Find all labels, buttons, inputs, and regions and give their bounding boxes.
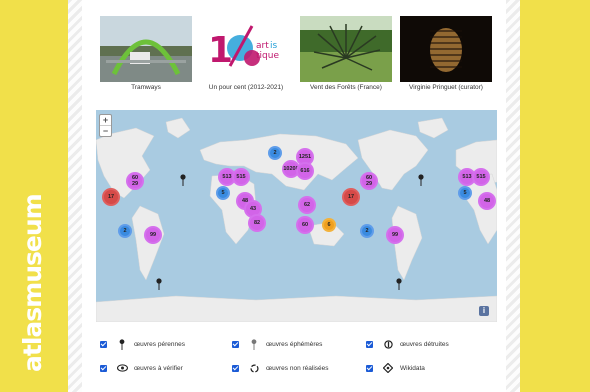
legend-label: œuvres détruites <box>400 340 449 348</box>
checkbox[interactable] <box>232 364 239 372</box>
pin-icon <box>116 338 128 350</box>
map-cluster[interactable]: 2 <box>268 146 282 160</box>
legend-label: œuvres à vérifier <box>134 364 183 372</box>
legend-label: œuvres éphémères <box>266 340 323 348</box>
map-cluster[interactable]: 2 <box>360 224 374 238</box>
legend-item[interactable]: œuvres à vérifier <box>100 362 183 374</box>
legend-item[interactable]: œuvres non réalisées <box>232 362 329 374</box>
gallery-image-virginie-pringuet[interactable] <box>400 16 492 82</box>
eye-icon <box>116 362 128 374</box>
gallery-image-un-pour-cent[interactable]: 1 art is tique <box>200 16 292 82</box>
decorative-stripe-left <box>68 0 82 392</box>
legend-item[interactable]: Wikidata <box>366 362 425 374</box>
map-pin-icon[interactable] <box>396 278 402 290</box>
map-cluster[interactable]: 82 <box>248 214 266 232</box>
map-tiles <box>96 117 497 322</box>
right-margin <box>520 0 590 392</box>
svg-text:tique: tique <box>256 51 279 61</box>
cycle-icon <box>248 362 260 374</box>
checkbox[interactable] <box>100 340 107 348</box>
map-cluster[interactable]: 62 <box>298 196 316 214</box>
map-cluster[interactable]: 515 <box>232 168 250 186</box>
map-cluster[interactable]: 6 <box>322 218 336 232</box>
legend-item[interactable]: œuvres pérennes <box>100 338 185 350</box>
legend-item[interactable]: œuvres détruites <box>366 338 449 350</box>
main-content: Tramways 1 art is tique Un pour cent (20… <box>82 0 506 392</box>
zoom-control: + − <box>99 114 112 137</box>
map-pin-icon[interactable] <box>418 174 424 186</box>
gallery-image-tramways[interactable] <box>100 16 192 82</box>
zoom-out-button[interactable]: − <box>100 126 111 136</box>
checkbox[interactable] <box>366 364 373 372</box>
svg-text:art: art <box>256 41 269 51</box>
map-pin-icon[interactable] <box>180 174 186 186</box>
legend-label: œuvres pérennes <box>134 340 185 348</box>
world-map[interactable]: + − 2 1251 10208 616 60 29 17 513 515 5 4… <box>96 110 497 322</box>
gallery-caption[interactable]: Vent des Forêts (France) <box>290 84 402 91</box>
destroyed-icon <box>382 338 394 350</box>
gallery-caption[interactable]: Un pour cent (2012-2021) <box>190 84 302 91</box>
svg-text:is: is <box>270 41 278 51</box>
gallery-caption[interactable]: Virginie Pringuet (curator) <box>390 84 502 91</box>
map-info-button[interactable]: i <box>479 306 489 316</box>
map-cluster[interactable]: 99 <box>386 226 404 244</box>
map-cluster[interactable]: 60 29 <box>360 172 378 190</box>
map-cluster[interactable]: 616 <box>296 162 314 180</box>
map-cluster[interactable]: 515 <box>472 168 490 186</box>
map-cluster[interactable]: 17 <box>102 188 120 206</box>
checkbox[interactable] <box>100 364 107 372</box>
legend-item[interactable]: œuvres éphémères <box>232 338 322 350</box>
map-legend: œuvres pérennes œuvres éphémères œuvres … <box>96 330 496 390</box>
map-cluster[interactable]: 99 <box>144 226 162 244</box>
legend-label: Wikidata <box>400 364 425 372</box>
decorative-stripe-right <box>506 0 520 392</box>
checkbox[interactable] <box>232 340 239 348</box>
grey-pin-icon <box>248 338 260 350</box>
map-pin-icon[interactable] <box>156 278 162 290</box>
map-cluster[interactable]: 60 <box>296 216 314 234</box>
site-logo[interactable]: atlasmuseum <box>18 194 47 372</box>
map-cluster[interactable]: 5 <box>458 186 472 200</box>
map-cluster[interactable]: 2 <box>118 224 132 238</box>
map-cluster[interactable]: 48 <box>478 192 496 210</box>
gallery-caption[interactable]: Tramways <box>90 84 202 91</box>
zoom-in-button[interactable]: + <box>100 115 111 125</box>
legend-label: œuvres non réalisées <box>266 364 329 372</box>
wikidata-icon <box>382 362 394 374</box>
checkbox[interactable] <box>366 340 373 348</box>
map-cluster[interactable]: 60 29 <box>126 172 144 190</box>
map-cluster[interactable]: 5 <box>216 186 230 200</box>
gallery-image-vent-des-forets[interactable] <box>300 16 392 82</box>
map-cluster[interactable]: 17 <box>342 188 360 206</box>
